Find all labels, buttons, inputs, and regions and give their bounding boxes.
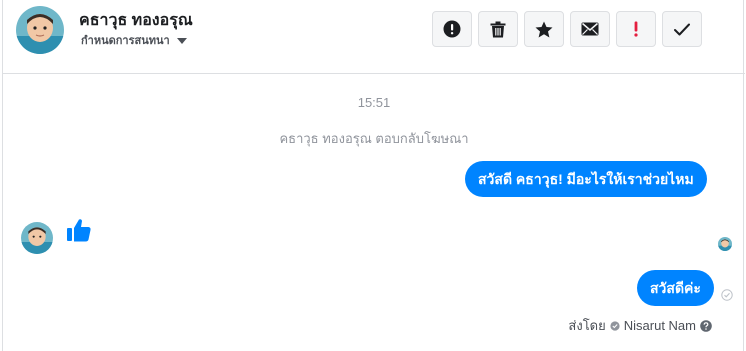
conversation-toolbar xyxy=(432,11,702,47)
envelope-icon xyxy=(581,22,599,36)
caret-down-icon xyxy=(176,37,187,44)
star-button[interactable] xyxy=(524,11,564,47)
help-icon[interactable] xyxy=(700,319,712,332)
contact-avatar[interactable] xyxy=(16,6,64,54)
sender-avatar[interactable] xyxy=(21,222,53,254)
conversation-settings-label: กำหนดการสนทนา xyxy=(81,35,170,47)
spam-button[interactable] xyxy=(616,11,656,47)
mark-unread-button[interactable] xyxy=(570,11,610,47)
delete-button[interactable] xyxy=(478,11,518,47)
conversation-panel: คธาวุธ ทองอรุณ กำหนดการสนทนา 15:51 คธาวุ… xyxy=(2,0,745,351)
message-timestamp: 15:51 xyxy=(357,95,391,110)
sent-by-label: ส่งโดย xyxy=(568,318,606,333)
report-button[interactable] xyxy=(432,11,472,47)
sent-by-row: ส่งโดย Nisarut Nam xyxy=(568,315,712,336)
trash-icon xyxy=(490,21,506,37)
exclamation-icon xyxy=(634,21,638,37)
outgoing-message[interactable]: สวัสดี คธาวุธ! มีอะไรให้เราช่วยไหม xyxy=(465,161,707,197)
sent-status-icon xyxy=(721,289,733,301)
exclamation-circle-icon xyxy=(443,20,461,38)
sender-name: Nisarut Nam xyxy=(623,318,696,333)
contact-name[interactable]: คธาวุธ ทองอรุณ xyxy=(79,8,193,33)
checkmark-icon xyxy=(674,23,690,35)
seen-avatar xyxy=(718,237,732,251)
ad-reply-event: คธาวุธ ทองอรุณ ตอบกลับโฆษณา xyxy=(279,131,469,146)
conversation-settings-dropdown[interactable]: กำหนดการสนทนา xyxy=(81,31,187,49)
thumbs-up-icon xyxy=(67,219,91,242)
star-icon xyxy=(535,21,553,37)
mark-done-button[interactable] xyxy=(662,11,702,47)
outgoing-message[interactable]: สวัสดีค่ะ xyxy=(637,270,714,306)
like-sticker-message[interactable] xyxy=(66,217,92,248)
business-check-icon xyxy=(610,320,620,331)
conversation-header: คธาวุธ ทองอรุณ กำหนดการสนทนา xyxy=(3,0,745,74)
